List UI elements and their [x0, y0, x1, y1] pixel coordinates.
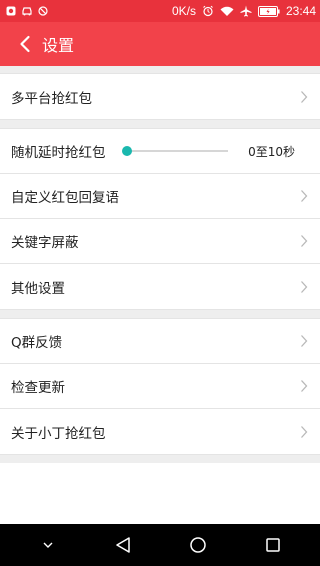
chevron-right-icon — [298, 189, 310, 203]
blocked-icon — [38, 6, 48, 16]
setting-label: 多平台抢红包 — [11, 90, 92, 107]
section-gap — [0, 120, 320, 128]
section-platform: 多平台抢红包 — [0, 73, 320, 120]
setting-label: Q群反馈 — [11, 335, 63, 351]
slider-thumb[interactable] — [121, 146, 132, 156]
setting-label: 随机延时抢红包 — [11, 145, 106, 161]
chevron-right-icon — [298, 280, 310, 294]
setting-label: 检查更新 — [11, 380, 65, 396]
setting-item-other-settings[interactable]: 其他设置 — [0, 264, 320, 309]
app-notification-icon — [6, 6, 16, 16]
network-speed: 0K/s — [171, 4, 196, 18]
collapse-button[interactable] — [28, 525, 68, 565]
section-gap — [0, 66, 320, 73]
home-circle-icon — [189, 536, 207, 554]
system-nav-bar — [0, 524, 320, 566]
setting-label: 其他设置 — [11, 280, 65, 297]
settings-list: 多平台抢红包 随机延时抢红包 0至10秒 自定义红包回复语 关键字屏蔽 其他设置… — [0, 66, 320, 524]
collapse-icon — [42, 541, 54, 549]
chevron-right-icon — [298, 425, 310, 439]
back-button[interactable] — [8, 22, 42, 66]
chevron-left-icon — [19, 35, 31, 53]
airplane-mode-icon — [240, 5, 252, 17]
status-bar: 0K/s 23:44 — [0, 0, 320, 22]
back-triangle-icon — [115, 536, 131, 554]
setting-item-random-delay: 随机延时抢红包 0至10秒 — [0, 129, 320, 174]
app-bar: 设置 — [0, 22, 320, 66]
slider-track — [125, 150, 228, 152]
chevron-right-icon — [298, 234, 310, 248]
setting-item-keyword-block[interactable]: 关键字屏蔽 — [0, 219, 320, 264]
alarm-icon — [202, 5, 214, 17]
home-nav-button[interactable] — [178, 525, 218, 565]
setting-item-custom-reply[interactable]: 自定义红包回复语 — [0, 174, 320, 219]
chevron-right-icon — [298, 334, 310, 348]
delay-value: 0至10秒 — [248, 144, 295, 159]
back-nav-button[interactable] — [103, 525, 143, 565]
delay-slider[interactable] — [121, 144, 228, 158]
setting-item-multi-platform[interactable]: 多平台抢红包 — [0, 74, 320, 119]
section-gap — [0, 455, 320, 463]
recents-square-icon — [265, 537, 281, 553]
car-icon — [21, 6, 33, 16]
setting-label: 自定义红包回复语 — [11, 190, 119, 206]
status-time: 23:44 — [285, 4, 316, 18]
page-title: 设置 — [42, 36, 75, 55]
section-gap — [0, 310, 320, 318]
setting-label: 关于小丁抢红包 — [11, 425, 106, 442]
section-about: Q群反馈 检查更新 关于小丁抢红包 — [0, 318, 320, 455]
recents-nav-button[interactable] — [253, 525, 293, 565]
chevron-right-icon — [298, 379, 310, 393]
wifi-icon — [220, 6, 234, 17]
battery-icon — [257, 5, 280, 17]
chevron-right-icon — [298, 90, 310, 104]
setting-item-qq-feedback[interactable]: Q群反馈 — [0, 319, 320, 364]
setting-item-check-update[interactable]: 检查更新 — [0, 364, 320, 409]
setting-label: 关键字屏蔽 — [11, 235, 79, 251]
setting-item-about[interactable]: 关于小丁抢红包 — [0, 409, 320, 454]
section-main: 随机延时抢红包 0至10秒 自定义红包回复语 关键字屏蔽 其他设置 — [0, 128, 320, 310]
